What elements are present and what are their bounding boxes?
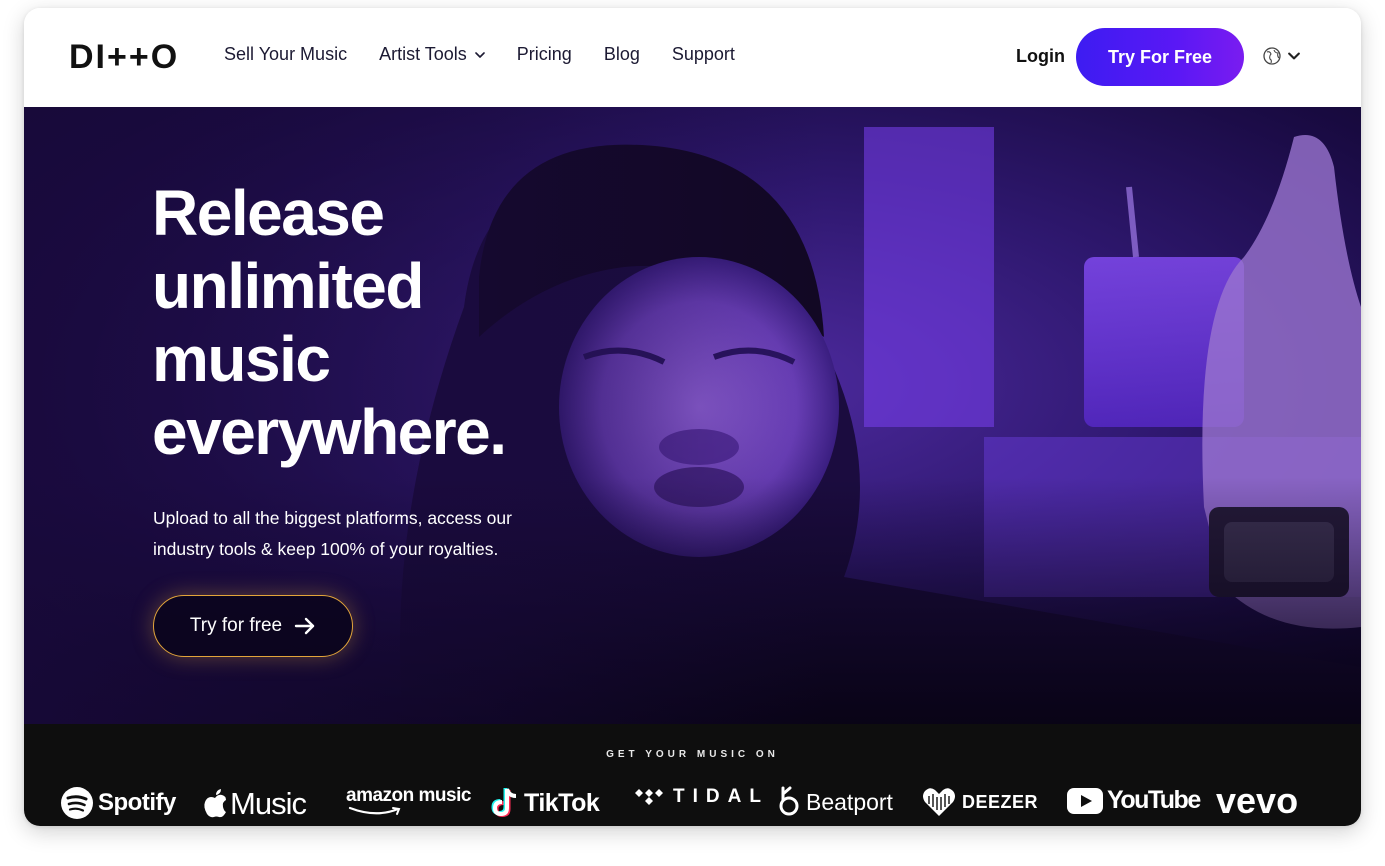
deezer-logo: DEEZER — [922, 786, 1038, 818]
browser-window: DI++O Sell Your Music Artist Tools Prici… — [24, 8, 1361, 826]
apple-music-logo: Music — [202, 786, 307, 822]
nav-sell-your-music[interactable]: Sell Your Music — [224, 44, 347, 65]
try-for-free-button[interactable]: Try For Free — [1076, 28, 1244, 86]
vevo-logo: vevo — [1216, 780, 1299, 821]
hero-headline: Release unlimited music everywhere. — [152, 177, 507, 469]
tidal-logo: TIDAL — [635, 786, 769, 808]
tiktok-text: TikTok — [524, 788, 600, 817]
nav-label: Pricing — [516, 44, 572, 64]
nav-artist-tools[interactable]: Artist Tools — [379, 44, 485, 65]
spotify-icon — [61, 787, 93, 819]
nav-pricing[interactable]: Pricing — [517, 44, 572, 65]
nav-label: Support — [671, 44, 735, 64]
arrow-right-icon — [294, 617, 315, 635]
site-header: DI++O Sell Your Music Artist Tools Prici… — [24, 8, 1361, 107]
login-link[interactable]: Login — [1016, 46, 1065, 67]
language-selector[interactable] — [1262, 46, 1300, 66]
youtube-play-icon — [1067, 787, 1103, 814]
hero-section: Release unlimited music everywhere. Uplo… — [24, 107, 1361, 724]
main-nav: Sell Your Music Artist Tools Pricing Blo… — [224, 44, 767, 65]
nav-label: Blog — [603, 44, 640, 64]
tidal-icon — [635, 789, 663, 805]
spotify-text: Spotify — [98, 789, 176, 816]
nav-support[interactable]: Support — [672, 44, 735, 65]
tidal-text: TIDAL — [673, 786, 769, 807]
tiktok-logo: TikTok — [490, 786, 600, 820]
amazon-music-text: amazon music — [346, 785, 471, 806]
youtube-logo: YouTube — [1066, 786, 1201, 815]
nav-label: Artist Tools — [379, 44, 467, 64]
deezer-text: DEEZER — [962, 791, 1039, 812]
headline-line: Release — [152, 177, 385, 249]
hero-subtext: Upload to all the biggest platforms, acc… — [153, 508, 512, 559]
ditto-logo[interactable]: DI++O — [69, 40, 179, 74]
headline-line: music — [152, 323, 331, 395]
nav-label: Sell Your Music — [224, 44, 348, 64]
headline-line: unlimited — [152, 250, 424, 322]
headline-line: everywhere. — [152, 396, 507, 468]
youtube-text: YouTube — [1107, 786, 1201, 814]
amazon-smile-icon — [348, 806, 401, 815]
apple-music-text: Music — [230, 786, 307, 821]
chevron-down-icon — [1288, 52, 1300, 60]
beatport-logo: Beatport — [778, 786, 893, 818]
apple-icon — [204, 789, 226, 818]
button-label: Try for free — [189, 615, 283, 636]
platforms-title: GET YOUR MUSIC ON — [606, 749, 779, 760]
platforms-strip: GET YOUR MUSIC ON Spotify Music amazon m… — [24, 724, 1361, 826]
deezer-heart-icon — [923, 788, 955, 816]
beatport-icon — [779, 786, 799, 816]
nav-blog[interactable]: Blog — [604, 44, 640, 65]
vevo-text: vevo — [1216, 780, 1299, 821]
amazon-music-logo: amazon music — [346, 786, 471, 816]
globe-icon — [1263, 47, 1281, 65]
tiktok-icon — [491, 788, 517, 818]
beatport-text: Beatport — [806, 788, 893, 815]
chevron-down-icon — [474, 51, 485, 58]
spotify-logo: Spotify — [60, 786, 176, 820]
try-for-free-hero-button[interactable]: Try for free — [153, 595, 353, 657]
